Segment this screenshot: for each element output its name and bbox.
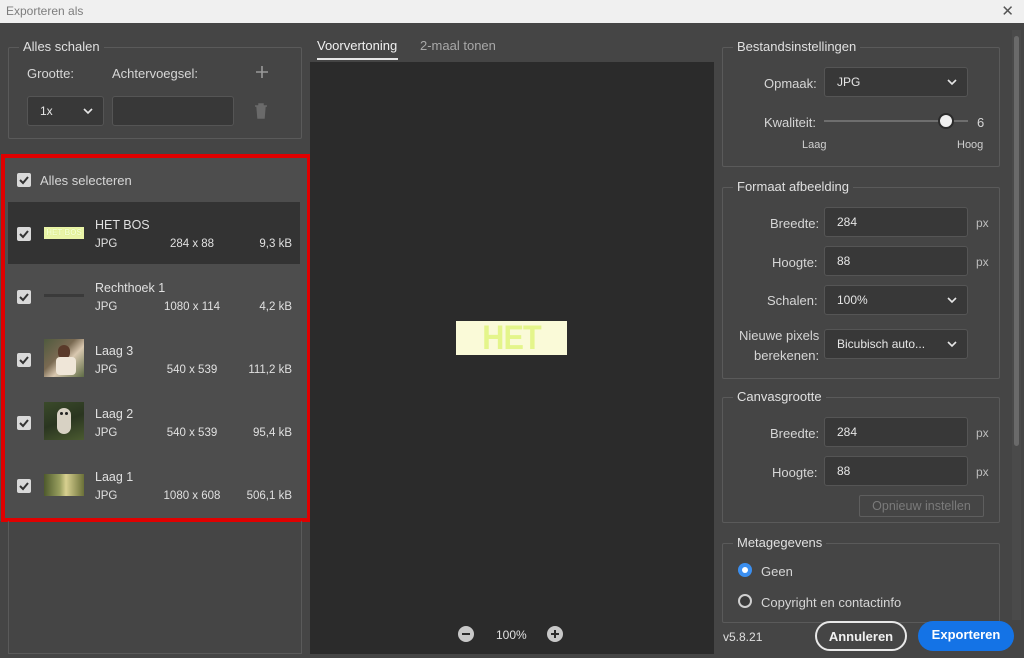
version-label: v5.8.21 xyxy=(723,630,763,644)
preview-canvas: HET BOS 100% xyxy=(310,62,714,654)
suffix-input[interactable] xyxy=(112,96,234,126)
canvas-height-label: Hoogte: xyxy=(772,465,818,480)
add-scale-icon[interactable] xyxy=(254,64,270,80)
active-tab-indicator xyxy=(317,58,398,60)
width-input[interactable]: 284 xyxy=(824,207,968,237)
canvas-width-label: Breedte: xyxy=(770,426,820,441)
zoom-in-icon[interactable] xyxy=(547,626,563,642)
resample-label-line1: Nieuwe pixels xyxy=(739,328,820,343)
preview-image-text: HET BOS xyxy=(482,321,541,355)
scale-select-value: 100% xyxy=(837,293,868,307)
height-input[interactable]: 88 xyxy=(824,246,968,276)
suffix-label: Achtervoegsel: xyxy=(112,66,198,81)
export-button[interactable]: Exporteren xyxy=(918,621,1014,651)
close-icon[interactable]: ✕ xyxy=(1001,2,1014,20)
trash-icon[interactable] xyxy=(253,102,269,120)
canvas-width-input[interactable]: 284 xyxy=(824,417,968,447)
title-bar: Exporteren als ✕ xyxy=(0,0,1024,23)
zoom-out-icon[interactable] xyxy=(458,626,474,642)
chevron-down-icon xyxy=(947,297,957,304)
zoom-level: 100% xyxy=(496,628,527,642)
left-lower-panel xyxy=(8,521,302,654)
radio-none-label: Geen xyxy=(761,564,793,579)
quality-value: 6 xyxy=(977,115,985,130)
scrollbar-thumb[interactable] xyxy=(1014,36,1019,446)
resample-label-line2: berekenen: xyxy=(754,348,820,363)
tab-2x[interactable]: 2-maal tonen xyxy=(420,38,496,53)
quality-high-label: Hoog xyxy=(957,139,984,151)
quality-label: Kwaliteit: xyxy=(764,115,817,130)
height-input-value: 88 xyxy=(837,254,851,268)
canvas-height-unit: px xyxy=(976,465,989,479)
quality-low-label: Laag xyxy=(802,139,827,151)
preview-image: HET BOS xyxy=(456,321,567,355)
scale-label: Schalen: xyxy=(767,293,818,308)
canvas-height-value: 88 xyxy=(837,464,851,478)
size-label: Grootte: xyxy=(27,66,74,81)
size-select[interactable]: 1x xyxy=(27,96,104,126)
format-select-value: JPG xyxy=(837,75,861,89)
highlight-frame xyxy=(1,154,311,522)
chevron-down-icon xyxy=(947,341,957,348)
size-select-value: 1x xyxy=(40,104,53,118)
metadata-panel: Metagegevens xyxy=(722,535,1000,623)
canvas-width-unit: px xyxy=(976,426,989,440)
image-size-legend: Formaat afbeelding xyxy=(733,179,854,194)
chevron-down-icon xyxy=(947,79,957,86)
quality-slider-thumb[interactable] xyxy=(938,113,954,129)
height-unit: px xyxy=(976,255,989,269)
format-select[interactable]: JPG xyxy=(824,67,968,97)
scale-all-legend: Alles schalen xyxy=(19,39,104,54)
scale-select[interactable]: 100% xyxy=(824,285,968,315)
radio-none[interactable] xyxy=(738,563,752,577)
canvas-height-input[interactable]: 88 xyxy=(824,456,968,486)
metadata-legend: Metagegevens xyxy=(733,535,827,550)
right-scrollbar[interactable] xyxy=(1012,30,1021,620)
canvas-size-legend: Canvasgrootte xyxy=(733,389,826,404)
width-input-value: 284 xyxy=(837,215,858,229)
radio-copyright[interactable] xyxy=(738,594,752,608)
format-label: Opmaak: xyxy=(764,76,817,91)
resample-select-value: Bicubisch auto... xyxy=(837,337,926,351)
quality-slider[interactable] xyxy=(824,112,968,130)
resample-select[interactable]: Bicubisch auto... xyxy=(824,329,968,359)
width-unit: px xyxy=(976,216,989,230)
cancel-button[interactable]: Annuleren xyxy=(815,621,907,651)
height-label: Hoogte: xyxy=(772,255,818,270)
canvas-width-value: 284 xyxy=(837,425,858,439)
window-title: Exporteren als xyxy=(6,4,84,18)
reset-button[interactable]: Opnieuw instellen xyxy=(859,495,984,517)
radio-copyright-label: Copyright en contactinfo xyxy=(761,595,902,610)
width-label: Breedte: xyxy=(770,216,820,231)
tab-preview[interactable]: Voorvertoning xyxy=(317,38,397,53)
chevron-down-icon xyxy=(83,108,93,115)
file-settings-legend: Bestandsinstellingen xyxy=(733,39,861,54)
